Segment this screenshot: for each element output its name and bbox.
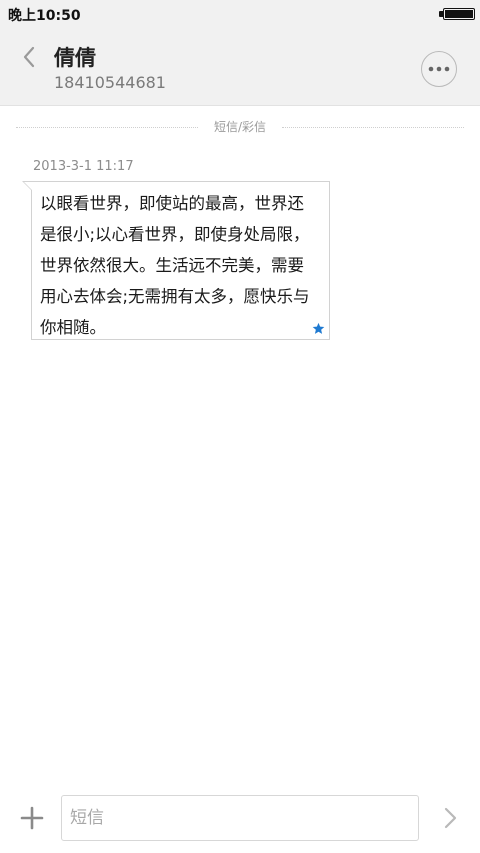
plus-icon[interactable] bbox=[20, 806, 44, 830]
status-time: 晚上10:50 bbox=[8, 8, 81, 24]
more-button[interactable] bbox=[421, 51, 457, 87]
chevron-right-icon[interactable] bbox=[438, 806, 462, 830]
message-input[interactable] bbox=[61, 795, 419, 841]
message-bubble[interactable]: 以眼看世界，即使站的最高，世界还是很小;以心看世界，即使身处局限，世界依然很大。… bbox=[31, 181, 330, 340]
bubble-tail-inner bbox=[24, 182, 32, 190]
more-horizontal-icon bbox=[428, 66, 450, 72]
composer-bar bbox=[0, 790, 480, 853]
contact-name: 倩倩 bbox=[54, 46, 96, 70]
message-text: 以眼看世界，即使站的最高，世界还是很小;以心看世界，即使身处局限，世界依然很大。… bbox=[40, 194, 310, 337]
back-button[interactable] bbox=[14, 42, 44, 72]
star-icon bbox=[312, 322, 325, 334]
battery-icon bbox=[443, 8, 475, 20]
chevron-left-icon bbox=[23, 46, 35, 68]
status-bar: 晚上10:50 bbox=[0, 0, 480, 28]
divider-line-right bbox=[282, 127, 464, 128]
battery-level bbox=[445, 10, 473, 18]
divider-line-left bbox=[16, 127, 198, 128]
conversation-header: 倩倩 18410544681 bbox=[0, 28, 480, 106]
channel-label: 短信/彩信 bbox=[213, 120, 267, 134]
contact-number: 18410544681 bbox=[54, 73, 166, 92]
channel-divider: 短信/彩信 bbox=[16, 118, 464, 136]
message-timestamp: 2013-3-1 11:17 bbox=[33, 159, 134, 174]
